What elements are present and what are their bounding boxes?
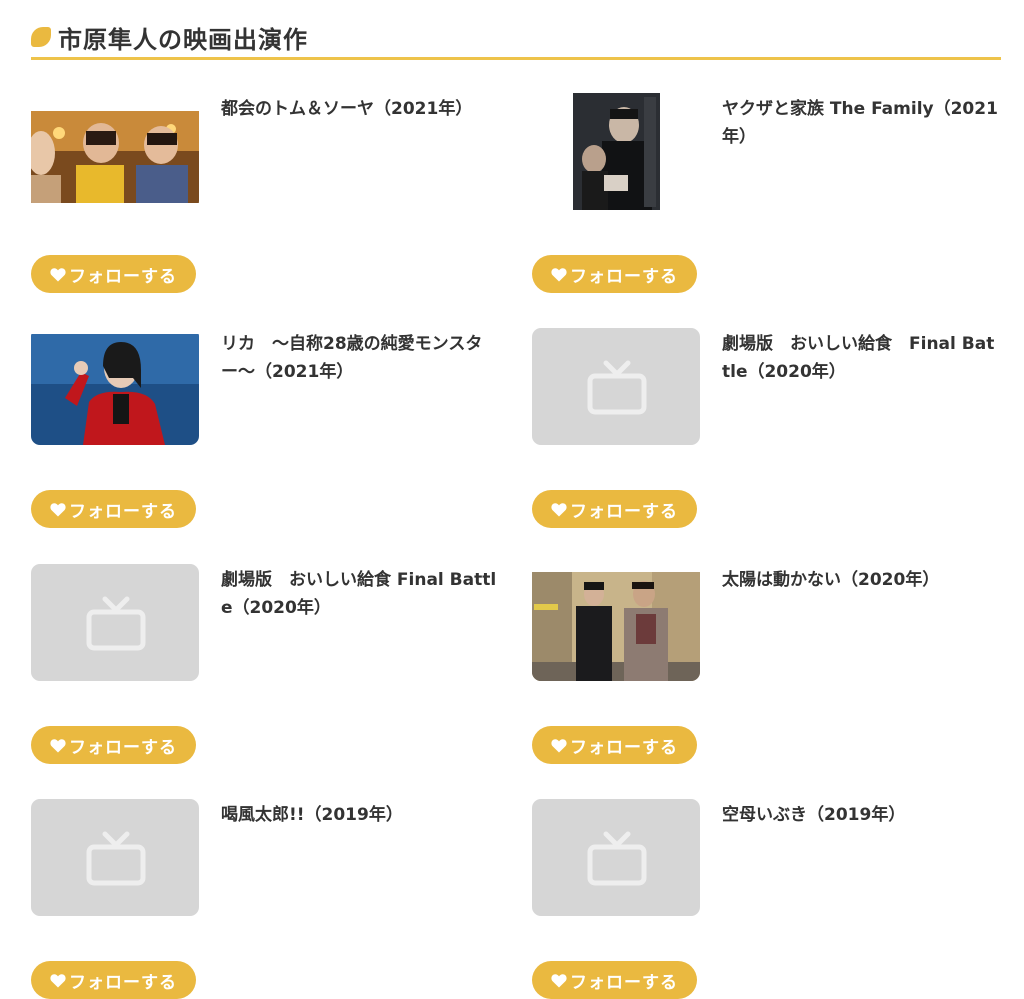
heart-icon	[50, 739, 66, 753]
movie-title[interactable]: 太陽は動かない（2020年）	[722, 566, 1002, 594]
movie-thumbnail[interactable]	[532, 799, 700, 916]
movie-title[interactable]: 喝風太郎!!（2019年）	[221, 801, 501, 829]
tv-icon	[587, 360, 647, 415]
movie-card: ヤクザと家族 The Family（2021年） フォローする	[532, 93, 1007, 293]
movie-card: 太陽は動かない（2020年） フォローする	[532, 564, 1007, 764]
follow-label: フォローする	[570, 501, 678, 522]
movie-thumbnail[interactable]	[31, 93, 199, 210]
movie-title[interactable]: 空母いぶき（2019年）	[722, 801, 1002, 829]
tv-icon	[587, 831, 647, 886]
movie-title[interactable]: 劇場版 おいしい給食 Final Battle（2020年）	[221, 566, 501, 622]
follow-label: フォローする	[69, 737, 177, 758]
movie-title[interactable]: ヤクザと家族 The Family（2021年）	[722, 95, 1002, 151]
movie-card: 劇場版 おいしい給食 Final Battle（2020年） フォローする	[532, 328, 1007, 528]
follow-label: フォローする	[69, 972, 177, 993]
follow-label: フォローする	[570, 266, 678, 287]
movie-card: 劇場版 おいしい給食 Final Battle（2020年） フォローする	[31, 564, 506, 764]
movie-title[interactable]: リカ 〜自称28歳の純愛モンスター〜（2021年）	[221, 330, 501, 386]
follow-button[interactable]: フォローする	[31, 961, 196, 999]
follow-button[interactable]: フォローする	[31, 490, 196, 528]
tv-icon	[86, 596, 146, 651]
follow-button[interactable]: フォローする	[532, 726, 697, 764]
movie-card: 喝風太郎!!（2019年） フォローする	[31, 799, 506, 999]
movie-card: リカ 〜自称28歳の純愛モンスター〜（2021年） フォローする	[31, 328, 506, 528]
movie-thumbnail[interactable]	[532, 328, 700, 445]
follow-button[interactable]: フォローする	[532, 255, 697, 293]
heart-icon	[551, 503, 567, 517]
heart-icon	[50, 268, 66, 282]
movie-title[interactable]: 都会のトム＆ソーヤ（2021年）	[221, 95, 501, 123]
follow-button[interactable]: フォローする	[31, 255, 196, 293]
movie-thumbnail[interactable]	[532, 93, 700, 210]
follow-label: フォローする	[570, 972, 678, 993]
section-header: 市原隼人の映画出演作	[31, 18, 1001, 60]
section-title: 市原隼人の映画出演作	[58, 26, 308, 54]
follow-button[interactable]: フォローする	[532, 961, 697, 999]
heart-icon	[551, 974, 567, 988]
movie-card: 空母いぶき（2019年） フォローする	[532, 799, 1007, 999]
follow-label: フォローする	[69, 266, 177, 287]
tv-icon	[86, 831, 146, 886]
movie-thumbnail[interactable]	[31, 564, 199, 681]
movie-thumbnail[interactable]	[532, 564, 700, 681]
heart-icon	[50, 503, 66, 517]
heart-icon	[551, 268, 567, 282]
movie-thumbnail[interactable]	[31, 799, 199, 916]
movie-card: 都会のトム＆ソーヤ（2021年） フォローする	[31, 93, 506, 293]
heart-icon	[551, 739, 567, 753]
follow-label: フォローする	[570, 737, 678, 758]
movie-thumbnail[interactable]	[31, 328, 199, 445]
movie-title[interactable]: 劇場版 おいしい給食 Final Battle（2020年）	[722, 330, 1002, 386]
heart-icon	[50, 974, 66, 988]
follow-button[interactable]: フォローする	[532, 490, 697, 528]
leaf-icon	[31, 27, 51, 47]
follow-label: フォローする	[69, 501, 177, 522]
follow-button[interactable]: フォローする	[31, 726, 196, 764]
